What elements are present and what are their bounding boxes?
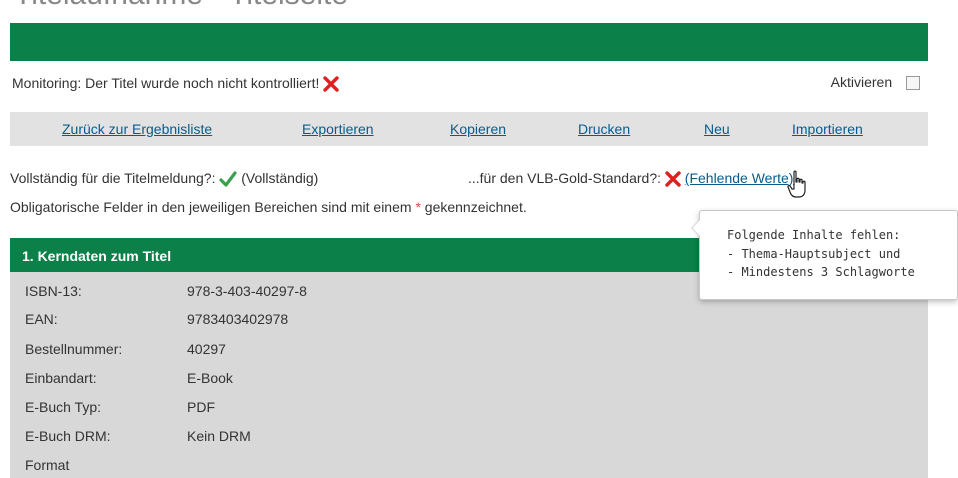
field-value: Kein DRM bbox=[187, 428, 251, 444]
tooltip-arrow bbox=[691, 219, 700, 237]
obligatory-text-after: gekennzeichnet. bbox=[424, 199, 527, 215]
obligatory-note: Obligatorische Felder in den jeweiligen … bbox=[10, 199, 527, 215]
print-link[interactable]: Drucken bbox=[578, 121, 630, 137]
completeness-group: Vollständig für die Titelmeldung?: (Voll… bbox=[10, 170, 318, 187]
monitoring-message: Monitoring: Der Titel wurde noch nicht k… bbox=[12, 75, 339, 92]
activate-checkbox[interactable] bbox=[906, 76, 920, 91]
field-value: E-Book bbox=[187, 370, 233, 386]
completeness-label: Vollständig für die Titelmeldung?: bbox=[10, 170, 216, 186]
field-label: ISBN-13: bbox=[25, 283, 82, 299]
page-heading-cut: Titelaufnahme - Titelseite bbox=[14, 0, 348, 12]
activate-label: Aktivieren bbox=[830, 74, 893, 90]
missing-values-tooltip: Folgende Inhalte fehlen: - Thema-Hauptsu… bbox=[691, 210, 958, 300]
field-label: Bestellnummer: bbox=[25, 341, 123, 357]
export-link[interactable]: Exportieren bbox=[302, 121, 374, 137]
vlb-label: ...für den VLB-Gold-Standard?: bbox=[468, 170, 661, 186]
field-value: 40297 bbox=[187, 341, 226, 357]
field-value: PDF bbox=[187, 399, 215, 415]
field-label: E-Buch DRM: bbox=[25, 428, 111, 444]
field-label: Format bbox=[25, 457, 70, 473]
error-x-icon bbox=[323, 76, 339, 92]
copy-link[interactable]: Kopieren bbox=[450, 121, 506, 137]
import-link[interactable]: Importieren bbox=[792, 121, 863, 137]
header-bar bbox=[10, 23, 928, 61]
check-icon bbox=[219, 171, 237, 187]
back-to-results-link[interactable]: Zurück zur Ergebnisliste bbox=[62, 121, 212, 137]
hand-cursor-icon bbox=[787, 170, 806, 198]
tooltip-title: Folgende Inhalte fehlen: bbox=[727, 228, 901, 242]
section-title: 1. Kerndaten zum Titel bbox=[22, 248, 172, 264]
tooltip-item: - Thema-Hauptsubject und bbox=[727, 247, 901, 261]
activate-control[interactable]: Aktivieren bbox=[830, 74, 920, 91]
monitoring-text: Monitoring: Der Titel wurde noch nicht k… bbox=[12, 75, 320, 91]
new-link[interactable]: Neu bbox=[704, 121, 730, 137]
action-toolbar: Zurück zur Ergebnisliste Exportieren Kop… bbox=[10, 112, 928, 146]
vlb-group: ...für den VLB-Gold-Standard?: (Fehlende… bbox=[468, 170, 793, 187]
field-value: 9783403402978 bbox=[187, 311, 289, 327]
field-label: E-Buch Typ: bbox=[25, 399, 102, 415]
completeness-value: (Vollständig) bbox=[241, 170, 319, 186]
required-asterisk: * bbox=[415, 199, 421, 215]
monitoring-row: Monitoring: Der Titel wurde noch nicht k… bbox=[10, 72, 928, 94]
missing-values-link[interactable]: (Fehlende Werte) bbox=[685, 170, 794, 186]
tooltip-item: - Mindestens 3 Schlagworte bbox=[727, 265, 915, 279]
field-label: Einbandart: bbox=[25, 370, 97, 386]
field-value: 978-3-403-40297-8 bbox=[187, 283, 307, 299]
obligatory-text-before: Obligatorische Felder in den jeweiligen … bbox=[10, 199, 412, 215]
field-label: EAN: bbox=[25, 311, 58, 327]
vlb-error-x-icon bbox=[665, 171, 681, 187]
